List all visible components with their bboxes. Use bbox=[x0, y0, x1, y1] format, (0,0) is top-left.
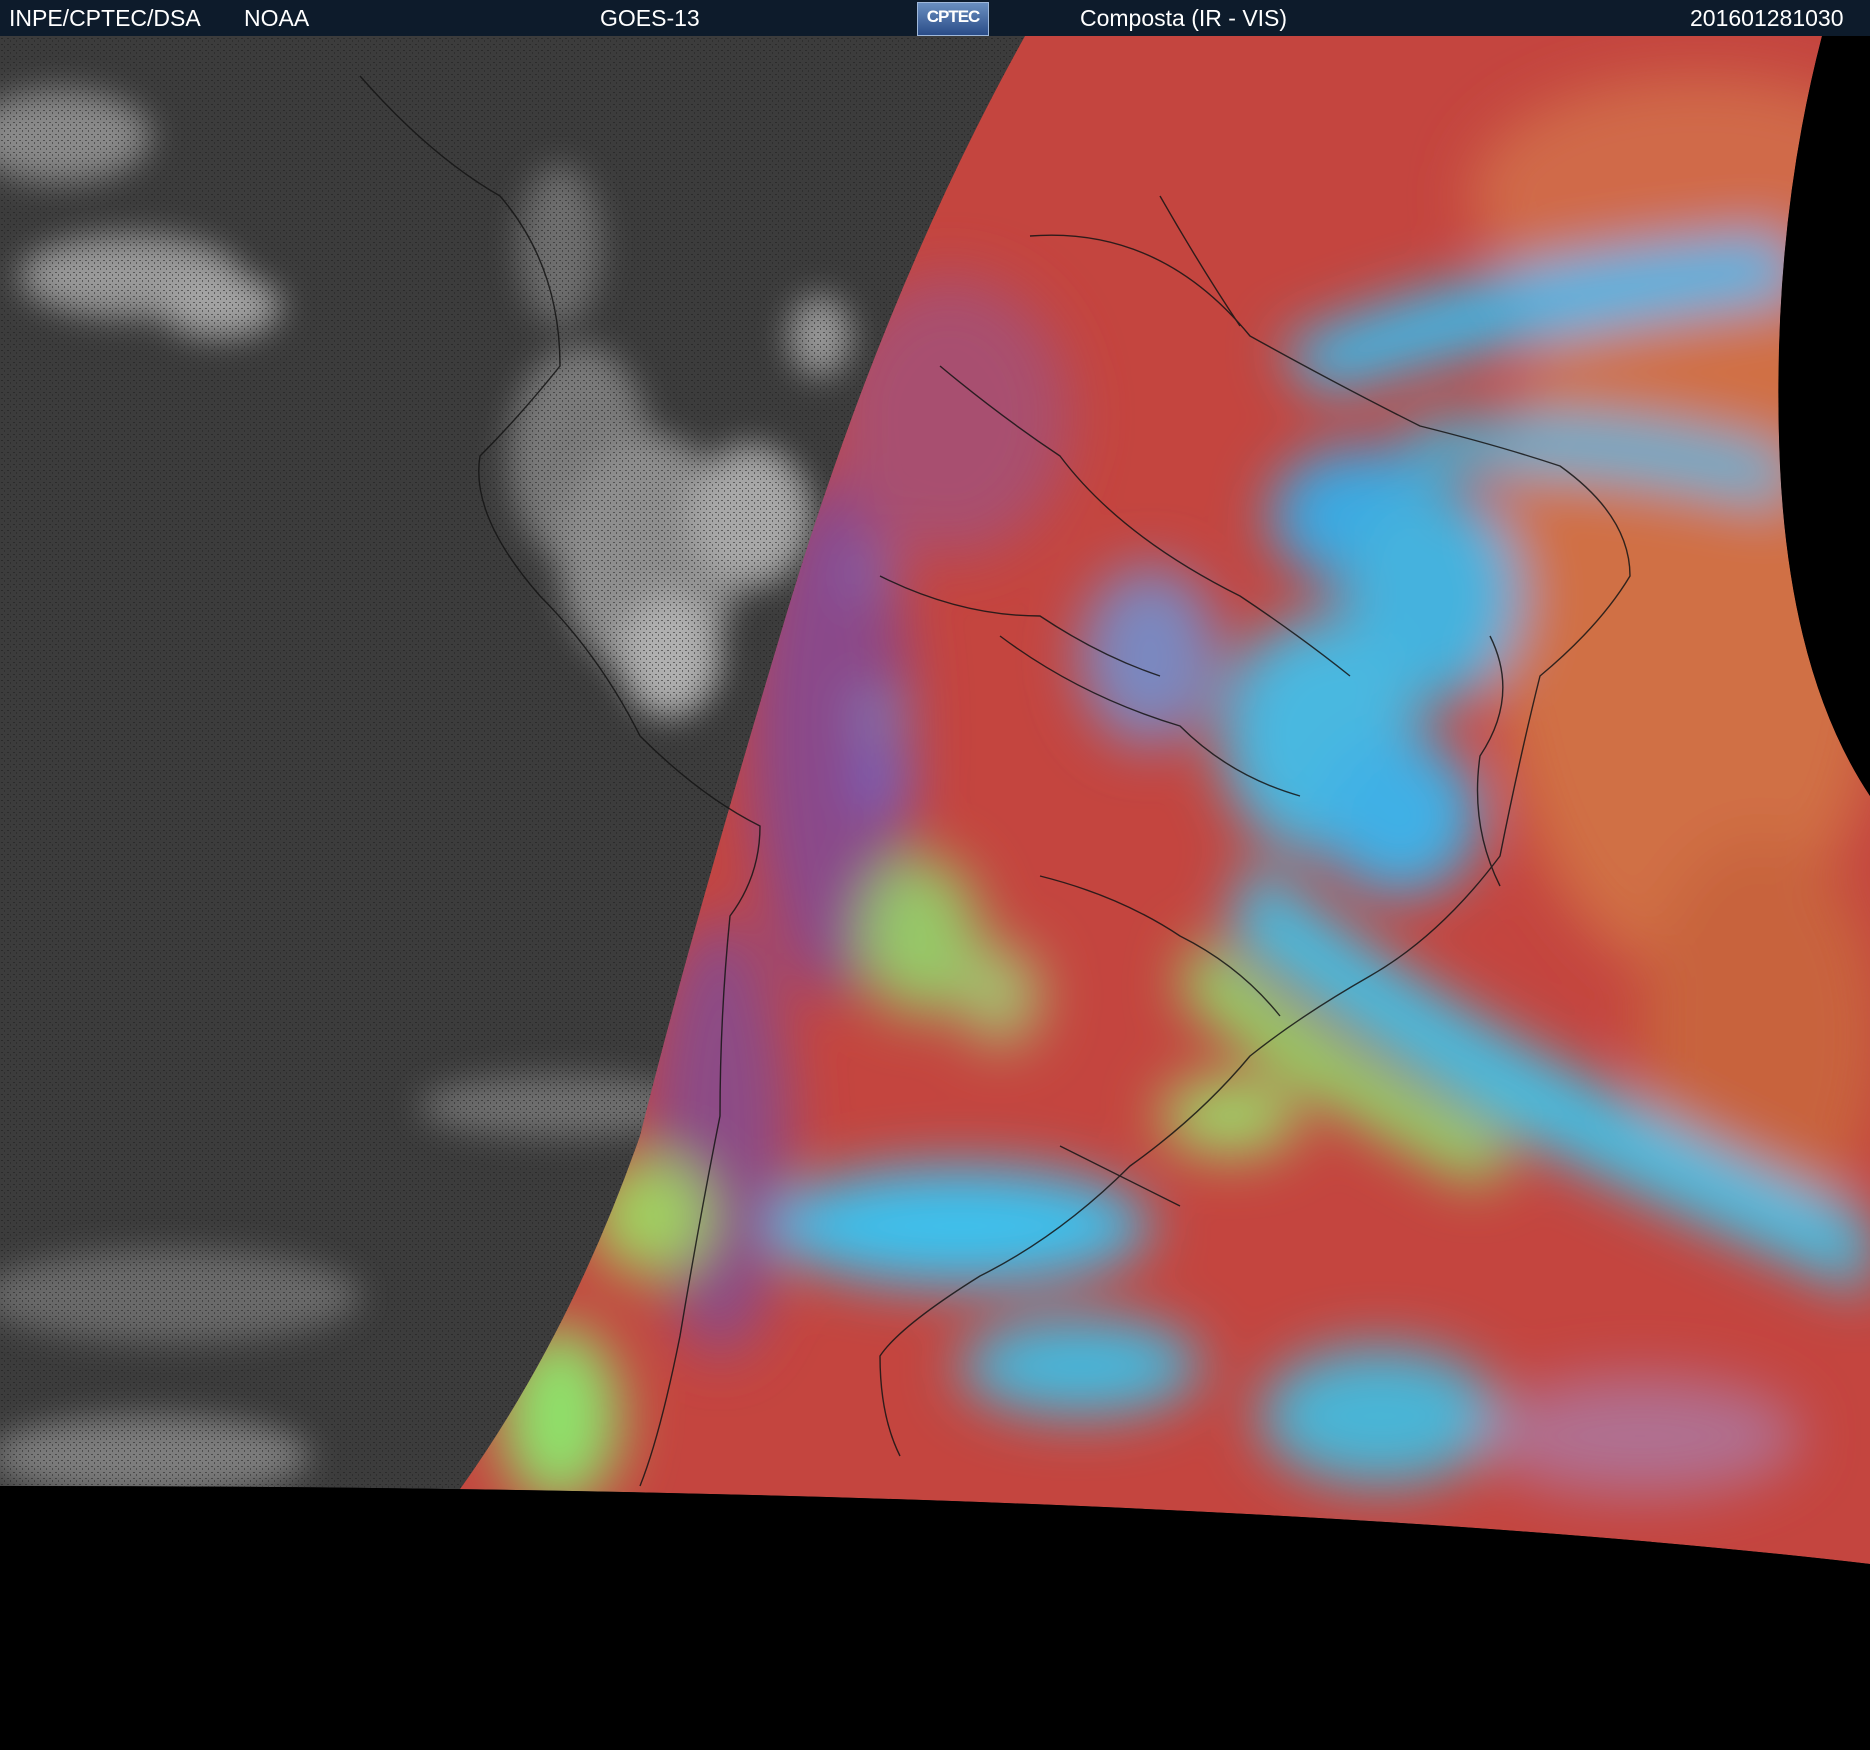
satellite-image bbox=[0, 36, 1870, 1750]
source-label: INPE/CPTEC/DSA bbox=[9, 5, 201, 31]
timestamp-label: 201601281030 bbox=[1690, 5, 1844, 31]
cptec-logo-icon: CPTEC bbox=[917, 2, 989, 36]
agency-label: NOAA bbox=[244, 5, 310, 31]
logo-text: CPTEC bbox=[926, 7, 981, 26]
product-label: Composta (IR - VIS) bbox=[1080, 5, 1288, 31]
satellite-label: GOES-13 bbox=[600, 5, 700, 31]
title-bar: INPE/CPTEC/DSA NOAA GOES-13 CPTEC Compos… bbox=[0, 0, 1870, 36]
